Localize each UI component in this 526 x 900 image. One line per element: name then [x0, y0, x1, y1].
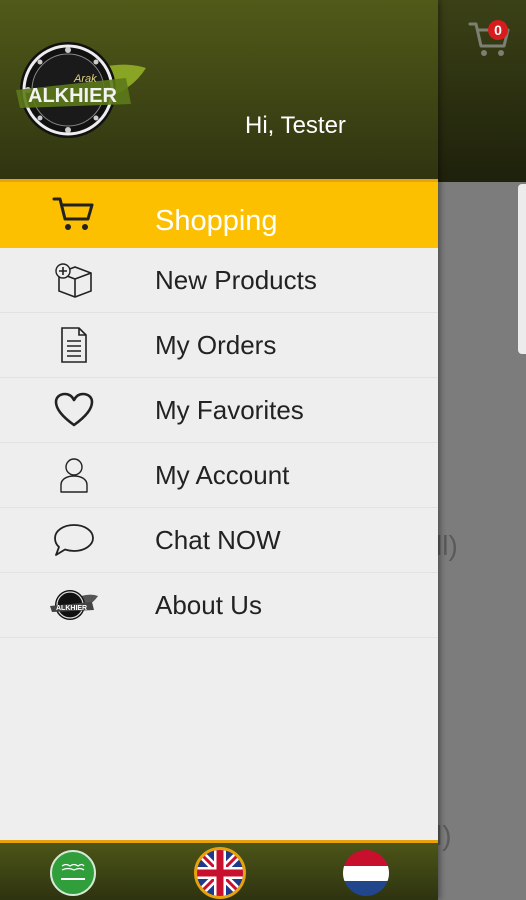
person-icon: [48, 455, 100, 495]
menu-item-new-products[interactable]: New Products: [0, 248, 438, 313]
user-greeting: Hi, Tester: [245, 112, 346, 139]
cart-button[interactable]: 0: [466, 14, 512, 60]
svg-text:Arak: Arak: [73, 73, 97, 85]
menu-item-label: My Favorites: [155, 395, 304, 425]
new-box-icon: [48, 260, 100, 300]
menu-item-shopping[interactable]: Shopping: [0, 182, 438, 248]
menu-item-chat-now[interactable]: Chat NOW: [0, 508, 438, 573]
menu-item-label: My Orders: [155, 330, 277, 360]
cart-count-badge: 0: [488, 20, 508, 40]
menu-item-my-favorites[interactable]: My Favorites: [0, 378, 438, 443]
menu-item-about-us[interactable]: ALKHIER About Us: [0, 573, 438, 638]
menu-item-label: My Account: [155, 460, 290, 490]
drawer-menu: Shopping New Products My Orders My Favor…: [0, 182, 438, 638]
svg-text:ALKHIER: ALKHIER: [56, 605, 87, 612]
heart-icon: [48, 390, 100, 430]
menu-item-label: Chat NOW: [155, 525, 281, 555]
svg-text:ALKHIER: ALKHIER: [28, 85, 117, 107]
english-flag-icon[interactable]: [194, 847, 246, 899]
document-icon: [48, 325, 100, 365]
menu-item-my-orders[interactable]: My Orders: [0, 313, 438, 378]
scrollbar[interactable]: [518, 184, 526, 354]
brand-logo: Arak ALKHIER: [6, 38, 152, 142]
background-text: l): [436, 820, 452, 851]
chat-bubble-icon: [48, 520, 100, 560]
menu-item-label: New Products: [155, 265, 317, 295]
language-bar: [0, 840, 438, 900]
brand-logo-icon: ALKHIER: [48, 585, 100, 625]
arabic-flag-icon[interactable]: [50, 850, 96, 896]
background-text: ll): [436, 530, 458, 561]
navigation-drawer: Arak ALKHIER Hi, Tester Shopping New Pro…: [0, 0, 438, 900]
cart-icon: [48, 194, 100, 234]
menu-item-my-account[interactable]: My Account: [0, 443, 438, 508]
menu-item-label: About Us: [155, 590, 262, 620]
drawer-header: Arak ALKHIER Hi, Tester: [0, 0, 438, 182]
dutch-flag-icon[interactable]: [343, 850, 389, 896]
